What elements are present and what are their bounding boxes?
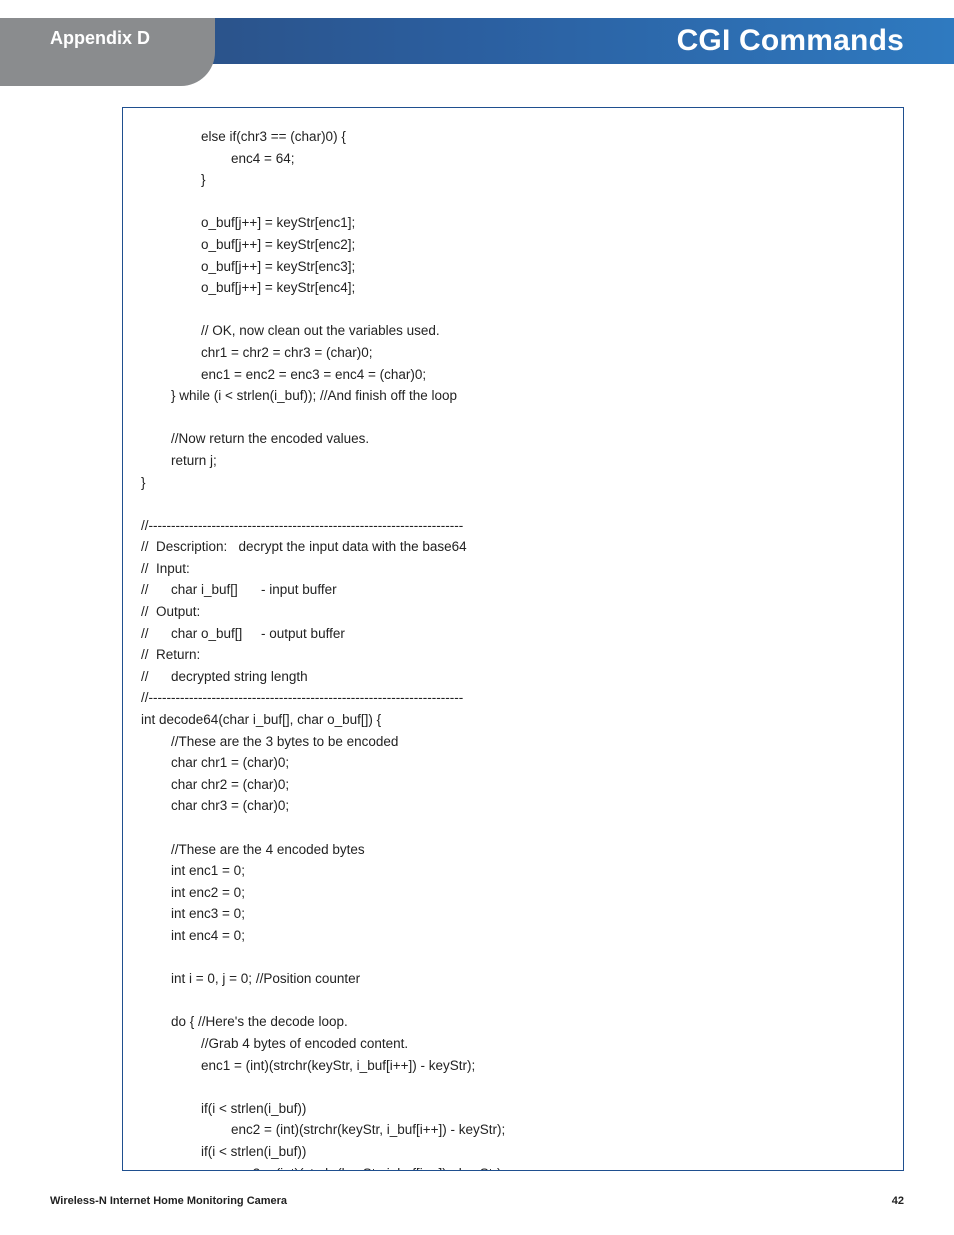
appendix-label: Appendix D bbox=[50, 28, 150, 49]
page-title: CGI Commands bbox=[677, 24, 904, 58]
appendix-tab: Appendix D bbox=[0, 18, 215, 86]
footer-page: 42 bbox=[892, 1195, 904, 1207]
code-frame: else if(chr3 == (char)0) { enc4 = 64; } … bbox=[122, 107, 904, 1171]
footer-product: Wireless-N Internet Home Monitoring Came… bbox=[50, 1195, 287, 1207]
code-block: else if(chr3 == (char)0) { enc4 = 64; } … bbox=[141, 126, 885, 1171]
footer: Wireless-N Internet Home Monitoring Came… bbox=[50, 1195, 904, 1207]
